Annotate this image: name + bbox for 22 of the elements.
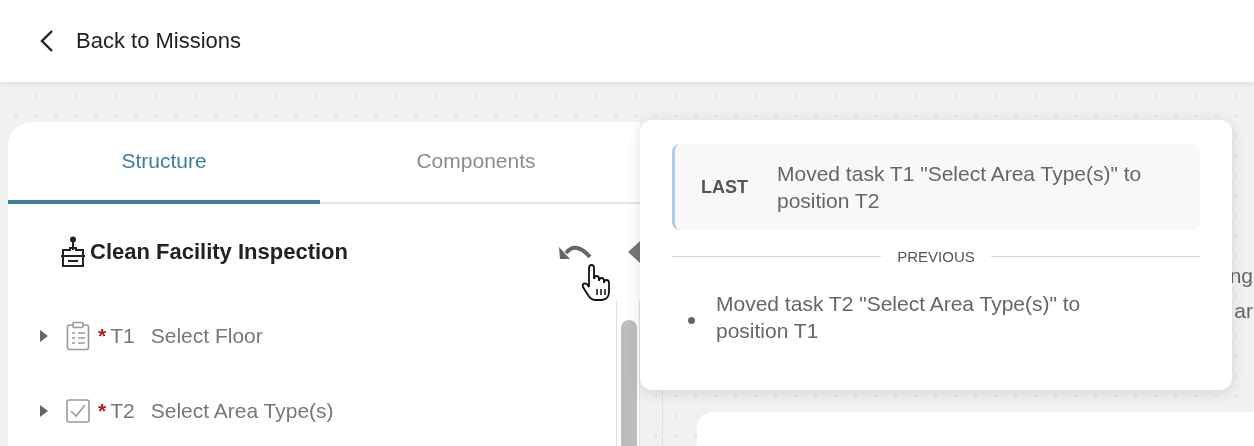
expand-toggle-icon[interactable]	[38, 403, 50, 418]
required-marker: *	[98, 323, 107, 348]
task-id: T1	[110, 323, 135, 348]
checkbox-icon	[66, 398, 90, 423]
mission-title: Clean Facility Inspection	[90, 239, 349, 265]
history-entry: Moved task T1 "Select Area Type(s)" to position T2	[777, 161, 1143, 214]
tab[interactable]: Structure	[8, 122, 320, 204]
clipboard-list-icon	[66, 320, 90, 351]
task-name[interactable]: Select Floor	[150, 323, 263, 348]
expand-toggle-icon[interactable]	[38, 328, 50, 343]
bullet-icon	[688, 317, 695, 324]
hand-cursor-icon	[581, 264, 613, 302]
last-label: LAST	[701, 176, 749, 198]
joystick-icon	[60, 236, 86, 268]
task-id: T2	[110, 398, 135, 423]
tab[interactable]: Components	[320, 122, 632, 204]
history-entry: Moved task T2 "Select Area Type(s)" to position T1	[716, 291, 1082, 344]
canvas-text: ar	[1234, 298, 1253, 324]
section-label: PREVIOUS	[897, 247, 975, 265]
back-link[interactable]: Back to Missions	[38, 28, 242, 54]
required-marker: *	[98, 398, 107, 423]
task-name[interactable]: Select Area Type(s)	[150, 398, 334, 423]
